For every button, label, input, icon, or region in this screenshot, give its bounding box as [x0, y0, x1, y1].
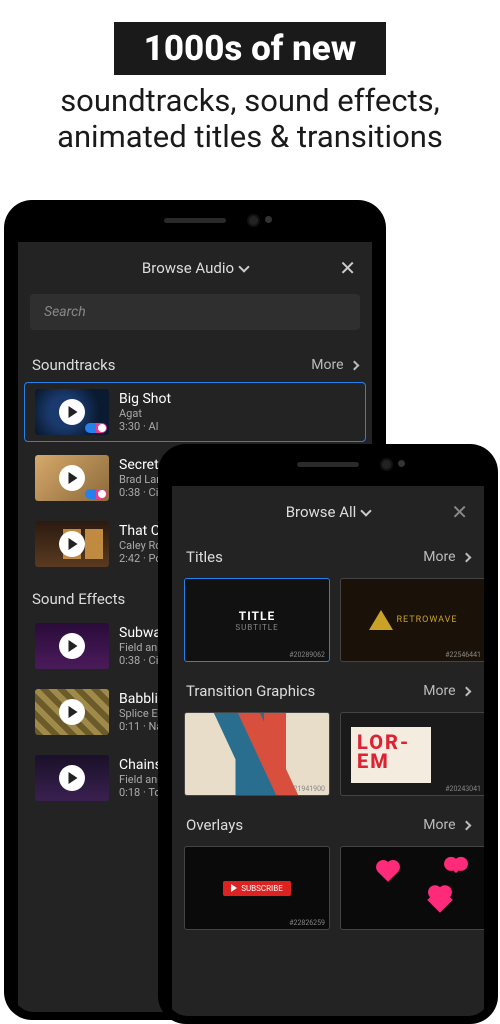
overlay-card[interactable]	[340, 846, 484, 930]
phone-mock-all: Browse All ✕ Titles More TITLE SUBTITLE …	[158, 444, 498, 1024]
track-item[interactable]: Big ShotAgat3:30 · Al	[24, 382, 366, 442]
transition-card[interactable]: LOR-EM #20243041	[340, 712, 484, 796]
section-soundeffects-label: Sound Effects	[32, 590, 125, 608]
more-soundtracks[interactable]: More	[311, 357, 358, 373]
more-titles[interactable]: More	[423, 549, 470, 565]
more-transitions[interactable]: More	[423, 683, 470, 699]
section-soundtracks-label: Soundtracks	[32, 356, 116, 374]
play-icon[interactable]	[59, 399, 85, 425]
toggle-icon	[85, 489, 107, 499]
heart-icon	[378, 862, 398, 882]
chevron-right-icon	[462, 687, 472, 697]
headline-sub: soundtracks, sound effects, animated tit…	[0, 83, 500, 154]
heart-icon	[449, 859, 463, 873]
phone-sensor	[398, 460, 405, 467]
headline-highlight: 1000s of new	[114, 22, 387, 75]
chevron-right-icon	[462, 821, 472, 831]
phone-speaker	[164, 218, 226, 223]
search-input[interactable]: Search	[30, 294, 360, 330]
phone-camera	[382, 460, 391, 469]
toggle-icon	[85, 423, 107, 433]
close-icon[interactable]: ✕	[339, 256, 356, 280]
play-icon[interactable]	[59, 765, 85, 791]
close-icon[interactable]: ✕	[451, 500, 468, 524]
chevron-right-icon	[462, 553, 472, 563]
heart-icon	[427, 887, 452, 912]
section-titles-label: Titles	[186, 548, 223, 566]
chevron-down-icon	[238, 261, 249, 272]
play-icon[interactable]	[59, 699, 85, 725]
phone-speaker	[297, 462, 359, 467]
chevron-down-icon	[361, 505, 372, 516]
phone-camera	[249, 216, 258, 225]
section-transitions-label: Transition Graphics	[186, 682, 315, 700]
triangle-icon	[369, 610, 393, 630]
more-overlays[interactable]: More	[423, 817, 470, 833]
subscribe-pill: SUBSCRIBE	[223, 881, 291, 896]
dropdown-browse-audio[interactable]: Browse Audio	[142, 259, 248, 277]
overlay-card[interactable]: SUBSCRIBE #22826259	[184, 846, 330, 930]
title-card[interactable]: TITLE SUBTITLE #20289062	[184, 578, 330, 662]
title-card[interactable]: RETROWAVE #22546441	[340, 578, 484, 662]
transition-card[interactable]: #21941900	[184, 712, 330, 796]
play-icon[interactable]	[59, 465, 85, 491]
chevron-right-icon	[350, 361, 360, 371]
play-icon[interactable]	[59, 531, 85, 557]
dropdown-browse-all[interactable]: Browse All	[286, 503, 371, 521]
phone-sensor	[265, 216, 272, 223]
section-overlays-label: Overlays	[186, 816, 243, 834]
play-icon[interactable]	[59, 633, 85, 659]
